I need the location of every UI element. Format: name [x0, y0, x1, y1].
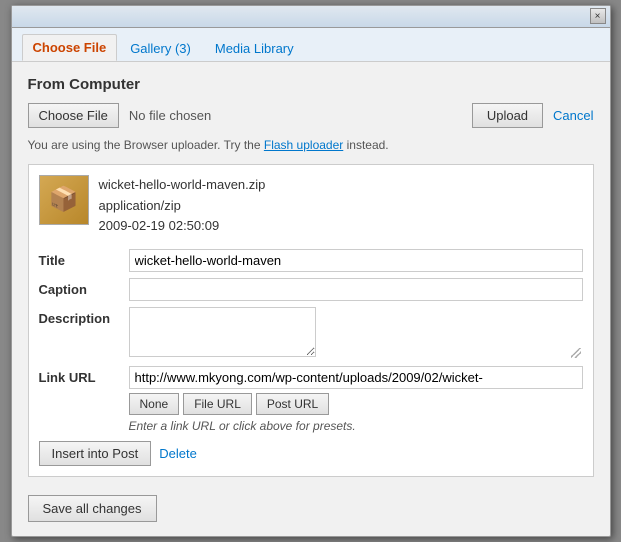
hint-text: Enter a link URL or click above for pres…	[129, 419, 583, 433]
upload-dialog: × Choose File Gallery (3) Media Library …	[11, 5, 611, 537]
description-wrapper	[129, 307, 583, 360]
file-url-button[interactable]: File URL	[183, 393, 252, 415]
form-row-description: Description	[39, 307, 583, 360]
form-row-link-url: Link URL None File URL Post URL Enter a …	[39, 366, 583, 433]
no-file-text: No file chosen	[129, 108, 211, 123]
file-panel: 📦 wicket-hello-world-maven.zip applicati…	[28, 164, 594, 477]
choose-file-button[interactable]: Choose File	[28, 103, 119, 128]
description-input[interactable]	[129, 307, 316, 357]
form-row-title: Title	[39, 249, 583, 272]
file-row: Choose File No file chosen Upload Cancel	[28, 103, 594, 128]
title-input[interactable]	[129, 249, 583, 272]
link-url-buttons: None File URL Post URL	[129, 393, 583, 415]
description-label: Description	[39, 307, 129, 326]
link-url-label: Link URL	[39, 366, 129, 385]
title-label: Title	[39, 249, 129, 268]
close-button[interactable]: ×	[590, 8, 606, 24]
dialog-titlebar: ×	[12, 6, 610, 28]
upload-button[interactable]: Upload	[472, 103, 543, 128]
form-row-caption: Caption	[39, 278, 583, 301]
delete-link[interactable]: Delete	[159, 446, 197, 461]
save-all-changes-button[interactable]: Save all changes	[28, 495, 157, 522]
resize-handle	[571, 348, 581, 358]
file-header: 📦 wicket-hello-world-maven.zip applicati…	[39, 175, 583, 237]
file-type: application/zip	[99, 196, 266, 217]
info-text: You are using the Browser uploader. Try …	[28, 138, 594, 152]
file-meta: wicket-hello-world-maven.zip application…	[99, 175, 266, 237]
tabs-bar: Choose File Gallery (3) Media Library	[12, 28, 610, 62]
none-button[interactable]: None	[129, 393, 180, 415]
flash-uploader-link[interactable]: Flash uploader	[264, 138, 343, 152]
caption-label: Caption	[39, 278, 129, 297]
file-icon: 📦	[39, 175, 89, 225]
file-date: 2009-02-19 02:50:09	[99, 216, 266, 237]
cancel-link[interactable]: Cancel	[553, 108, 593, 123]
caption-input[interactable]	[129, 278, 583, 301]
tab-gallery[interactable]: Gallery (3)	[119, 35, 202, 61]
link-url-input[interactable]	[129, 366, 583, 389]
section-title: From Computer	[28, 76, 594, 93]
post-url-button[interactable]: Post URL	[256, 393, 329, 415]
tab-media-library[interactable]: Media Library	[204, 35, 305, 61]
action-row: Insert into Post Delete	[39, 441, 583, 466]
tab-choose-file[interactable]: Choose File	[22, 34, 118, 61]
insert-into-post-button[interactable]: Insert into Post	[39, 441, 152, 466]
file-name: wicket-hello-world-maven.zip	[99, 175, 266, 196]
dialog-body: From Computer Choose File No file chosen…	[12, 62, 610, 536]
